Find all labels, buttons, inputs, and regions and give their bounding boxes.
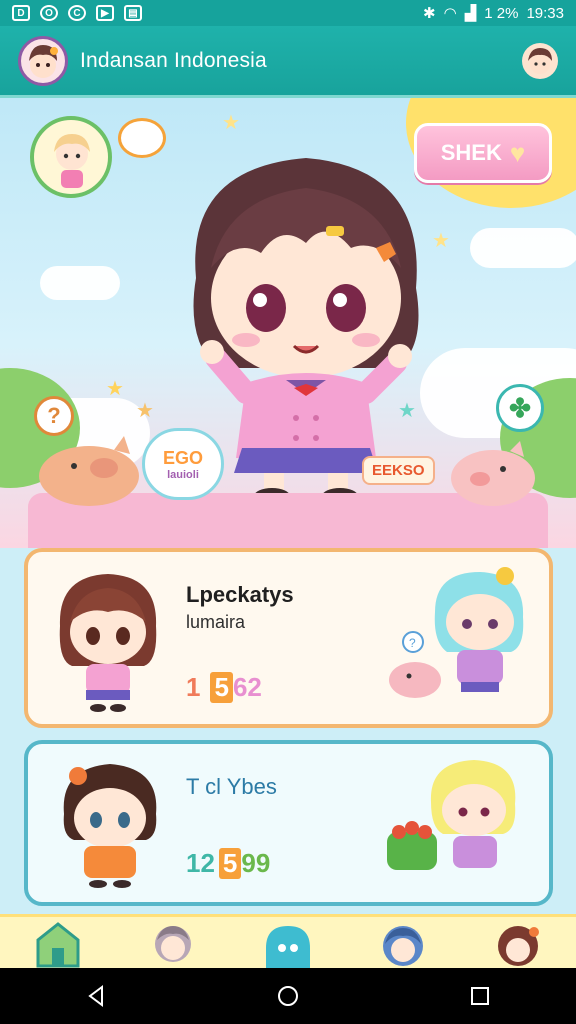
profile-avatar[interactable] [18, 35, 68, 86]
friends-icon[interactable] [375, 918, 431, 968]
question-bubble-icon: ? [34, 396, 74, 436]
status-bar: D O C ▶ ▤ ✱ ◠ ▟ 1 2% 19:33 [0, 0, 576, 26]
card-character-left [59, 574, 157, 712]
wifi-icon: ◠ [443, 5, 457, 22]
character-card-1[interactable]: Lpeckatys lumaira 1 5 62 ? [24, 548, 553, 728]
card-character-right: ? [389, 567, 524, 698]
action-button-label: SHEK [440, 140, 502, 165]
chat-icon[interactable] [260, 918, 316, 968]
app-title: Indansan Indonesia [80, 48, 267, 72]
o-icon: O [40, 5, 58, 21]
c-icon: C [68, 5, 86, 21]
card-score: 12 5 99 [186, 848, 270, 879]
score-highlight: 5 [210, 672, 233, 703]
battery-text: 1 2% [484, 4, 519, 22]
card-character-left [63, 764, 157, 888]
svg-text:?: ? [409, 636, 416, 650]
clover-bubble-icon: ✤ [496, 384, 544, 432]
star-icon: ★ [136, 400, 154, 422]
notification-icons: D O C ▶ ▤ [12, 5, 142, 21]
account-avatar-icon[interactable] [522, 42, 558, 79]
sticker-sub-text: lauioli [167, 468, 199, 481]
system-navigation-bar [0, 968, 576, 1024]
sparkle-icon [118, 118, 166, 158]
bluetooth-icon: ✱ [423, 5, 436, 22]
card-title: T cl Ybes [186, 774, 277, 799]
right-pet[interactable] [448, 433, 538, 513]
sticker-main-text: EGO [162, 447, 203, 468]
left-pet[interactable] [34, 428, 144, 513]
card-title: Lpeckatys [186, 582, 294, 607]
message-icon: ▶ [96, 5, 114, 21]
star-icon: ★ [106, 378, 124, 400]
profile-icon[interactable] [145, 918, 201, 968]
signal-icon: ▟ [464, 5, 477, 22]
score-prefix: 12 [186, 848, 215, 878]
app-bar: Indansan Indonesia [0, 26, 576, 98]
card-subtitle: lumaira [186, 612, 246, 632]
image-icon: ▤ [124, 5, 142, 21]
score-suffix: 62 [232, 672, 262, 702]
character-badge[interactable] [30, 116, 112, 198]
avatar-icon[interactable] [490, 918, 546, 968]
cloud-decoration [40, 266, 120, 300]
question-mark: ? [47, 403, 61, 428]
home-circle-icon[interactable] [276, 984, 300, 1008]
cloud-decoration [470, 228, 576, 268]
back-icon[interactable] [84, 984, 108, 1008]
home-icon[interactable] [30, 918, 86, 968]
bottom-navigation [0, 914, 576, 968]
heart-icon: ♥ [509, 137, 526, 168]
clock: 19:33 [526, 4, 564, 22]
score-suffix: 99 [241, 848, 271, 878]
hero-tag[interactable]: EEKSO [362, 456, 435, 485]
card-character-right [387, 760, 516, 870]
d-icon: D [12, 5, 30, 21]
character-card-2[interactable]: T cl Ybes 12 5 99 [24, 740, 553, 906]
sticker-badge[interactable]: EGO lauioli [142, 428, 224, 500]
card-score: 1 5 62 [186, 672, 262, 703]
score-highlight: 5 [218, 848, 242, 879]
score-prefix: 1 [186, 672, 201, 702]
recents-icon[interactable] [468, 984, 492, 1008]
hero-banner: ★ ★ ★ ★ ★ SHEK ♥ EGO lauioli EEKSO ? ✤ [0, 98, 576, 548]
